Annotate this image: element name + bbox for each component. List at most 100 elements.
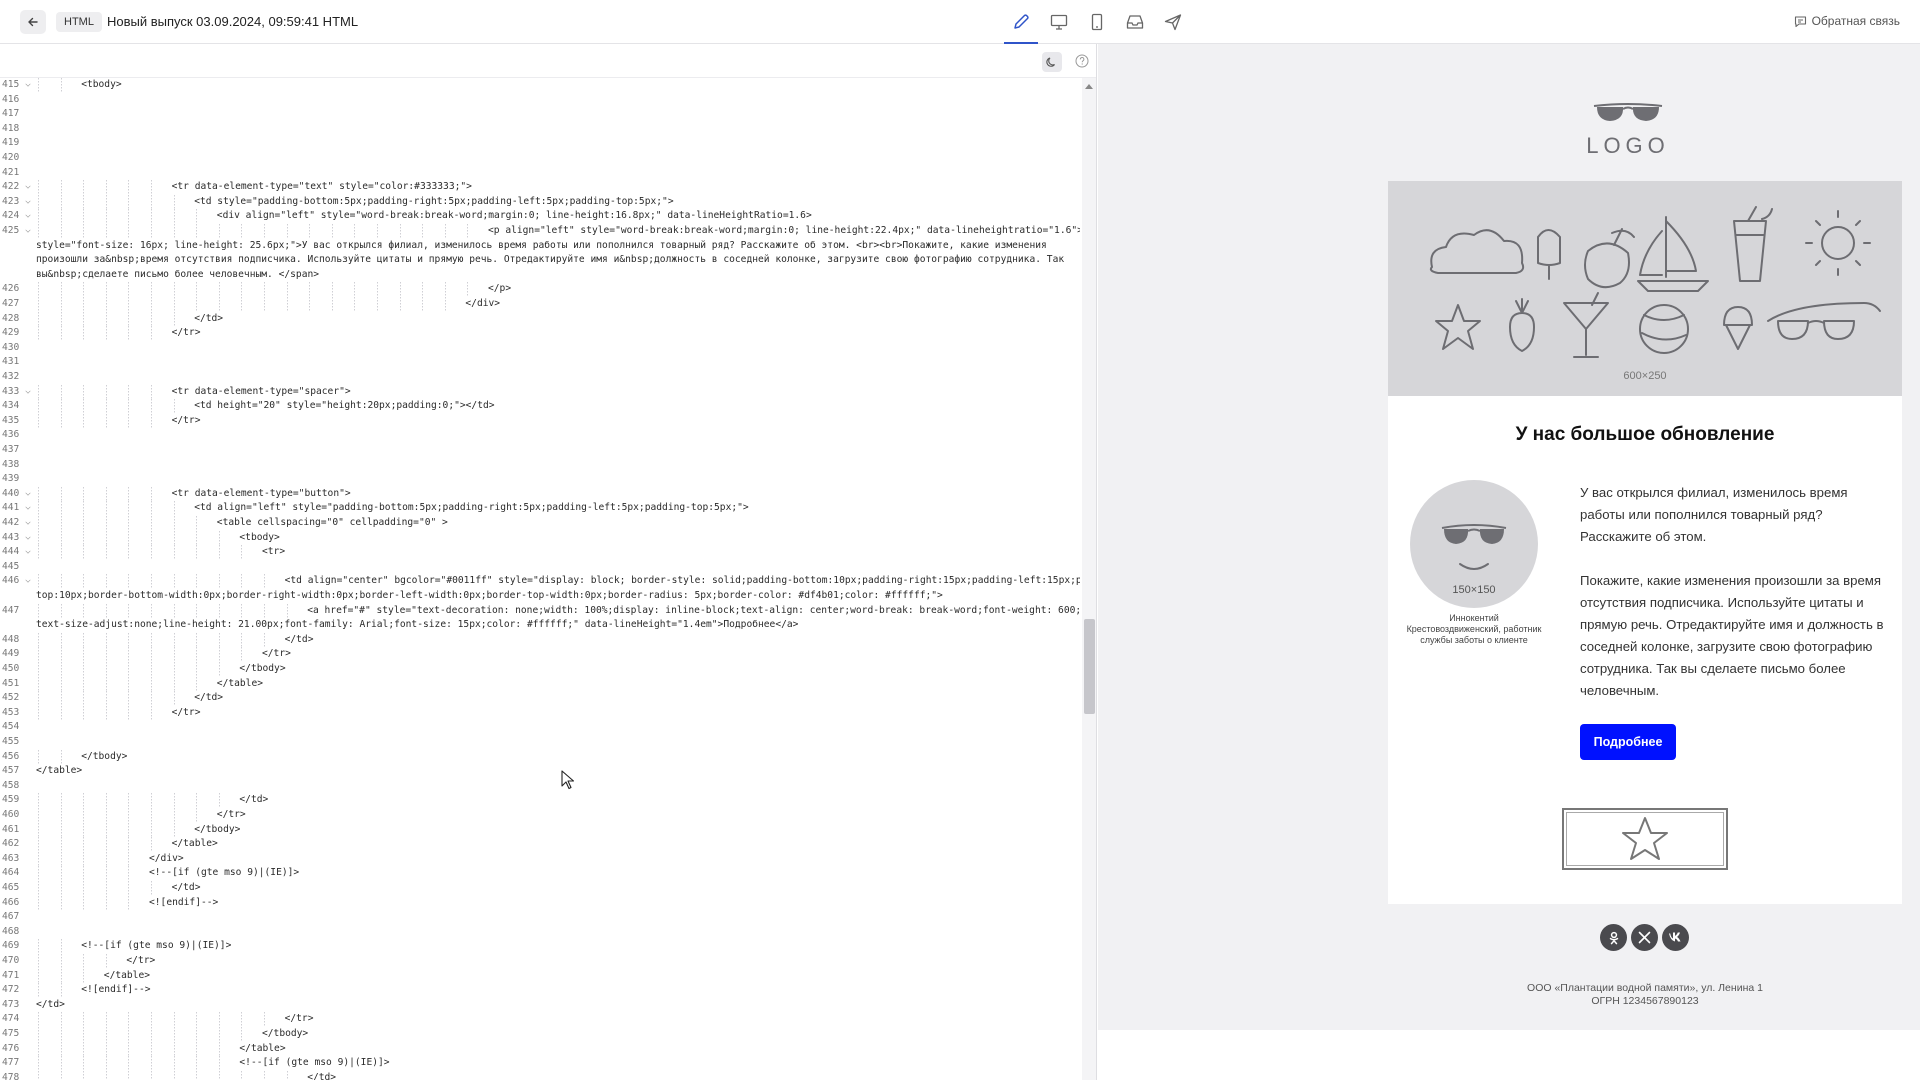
fold-toggle-icon[interactable]: [25, 534, 31, 540]
code-line[interactable]: 431: [0, 355, 1080, 370]
code-line[interactable]: 428 </td>: [0, 311, 1080, 327]
code-line[interactable]: 459 </td>: [0, 793, 1080, 808]
code-line[interactable]: 421: [0, 166, 1080, 181]
tab-send[interactable]: [1154, 0, 1192, 44]
code-line[interactable]: 462 </table>: [0, 837, 1080, 852]
code-line[interactable]: 454: [0, 720, 1080, 735]
code-line[interactable]: 441 <td align="left" style="padding-botto…: [0, 501, 1080, 516]
x-link[interactable]: [1631, 924, 1658, 951]
code-line[interactable]: 432: [0, 370, 1080, 385]
code-line[interactable]: 440 <tr data-element-type="button">: [0, 486, 1080, 502]
code-line[interactable]: 468: [0, 925, 1080, 940]
code-line[interactable]: 453 </tr>: [0, 705, 1080, 721]
fold-toggle-icon[interactable]: [25, 490, 31, 496]
code-line[interactable]: 458: [0, 779, 1080, 794]
code-line[interactable]: 427 </div>: [0, 297, 1080, 312]
code-line[interactable]: 448 </td>: [0, 632, 1080, 648]
code-line[interactable]: 460 </tr>: [0, 808, 1080, 823]
code-line[interactable]: style="font-size: 16px; line-height: 25.…: [0, 239, 1080, 254]
fold-toggle-icon[interactable]: [25, 388, 31, 394]
code-line[interactable]: 425 <p align="left" style="word-break:bre…: [0, 224, 1080, 239]
code-line[interactable]: 418: [0, 122, 1080, 137]
code-line[interactable]: произошли за&nbsp;время отсутствия подпи…: [0, 253, 1080, 268]
code-line[interactable]: 471 </table>: [0, 968, 1080, 984]
code-line[interactable]: 419: [0, 136, 1080, 151]
code-line[interactable]: 446 <td align="center" bgcolor="#0011ff" …: [0, 574, 1080, 589]
code-line[interactable]: text-size-adjust:none;line-height: 21.00…: [0, 618, 1080, 633]
fold-toggle-icon[interactable]: [25, 227, 31, 233]
code-line[interactable]: 472 <![endif]-->: [0, 983, 1080, 998]
fold-toggle-icon[interactable]: [25, 212, 31, 218]
code-line[interactable]: 436: [0, 428, 1080, 443]
code-line[interactable]: 433 <tr data-element-type="spacer">: [0, 384, 1080, 400]
tab-desktop-preview[interactable]: [1040, 0, 1078, 44]
code-line[interactable]: 476 </table>: [0, 1041, 1080, 1057]
tab-mobile-preview[interactable]: [1078, 0, 1116, 44]
code-line[interactable]: 429 </tr>: [0, 326, 1080, 341]
code-line[interactable]: 437: [0, 443, 1080, 458]
vk-link[interactable]: [1662, 924, 1689, 951]
fold-toggle-icon[interactable]: [25, 198, 31, 204]
code-line[interactable]: 464 <!--[if (gte mso 9)|(IE)]>: [0, 866, 1080, 881]
code-line[interactable]: 423 <td style="padding-bottom:5px;padding…: [0, 194, 1080, 210]
code-line[interactable]: 455: [0, 735, 1080, 750]
code-line[interactable]: 467: [0, 910, 1080, 925]
help-button[interactable]: [1074, 53, 1090, 69]
code-line[interactable]: 478 </td>: [0, 1070, 1080, 1080]
code-line[interactable]: 456 </tbody>: [0, 749, 1080, 765]
code-line[interactable]: 424 <div align="left" style="word-break:b…: [0, 209, 1080, 224]
code-line[interactable]: 457 </table>: [0, 764, 1080, 779]
code-line[interactable]: 416: [0, 93, 1080, 108]
code-line[interactable]: 477 <!--[if (gte mso 9)|(IE)]>: [0, 1056, 1080, 1071]
code-line[interactable]: 447 <a href="#" style="text-decoration: n…: [0, 603, 1080, 619]
code-line[interactable]: top:10px;border-bottom-width:0px;border-…: [0, 589, 1080, 604]
code-line[interactable]: 445: [0, 560, 1080, 575]
code-line[interactable]: 435 </tr>: [0, 413, 1080, 429]
code-line[interactable]: 466 <![endif]-->: [0, 895, 1080, 911]
code-line[interactable]: 465 </td>: [0, 881, 1080, 896]
code-line[interactable]: 450 </tbody>: [0, 662, 1080, 677]
document-title[interactable]: Новый выпуск 03.09.2024, 09:59:41 HTML: [107, 14, 358, 29]
code-line[interactable]: 449 </tr>: [0, 647, 1080, 662]
odnoklassniki-link[interactable]: [1600, 924, 1627, 951]
code-line[interactable]: 417: [0, 107, 1080, 122]
code-line[interactable]: вы&nbsp;сделаете письмо более человечным…: [0, 268, 1080, 283]
indent-guide: [218, 297, 220, 312]
code-line[interactable]: 444 <tr>: [0, 545, 1080, 560]
code-line[interactable]: 461 </tbody>: [0, 822, 1080, 838]
back-button[interactable]: [20, 10, 46, 34]
code-line[interactable]: 474 </tr>: [0, 1012, 1080, 1027]
code-line[interactable]: 469 <!--[if (gte mso 9)|(IE)]>: [0, 939, 1080, 954]
code-line[interactable]: 475 </tbody>: [0, 1027, 1080, 1042]
code-line[interactable]: 415 <tbody>: [0, 78, 1080, 93]
code-line[interactable]: 430: [0, 341, 1080, 356]
code-area[interactable]: 415 <tbody> 416 417 418 419 420 421 422 <tr data-…: [0, 78, 1080, 1080]
code-line[interactable]: 434 <td height="20" style="height:20px;pa…: [0, 399, 1080, 414]
more-button[interactable]: Подробнее: [1580, 724, 1676, 760]
code-line[interactable]: 463 </div>: [0, 851, 1080, 867]
code-line[interactable]: 438: [0, 458, 1080, 473]
fold-toggle-icon[interactable]: [25, 504, 31, 510]
code-line[interactable]: 442 <table cellspacing="0" cellpadding="0…: [0, 516, 1080, 531]
fold-toggle-icon[interactable]: [25, 81, 31, 87]
scroll-up-arrow[interactable]: [1085, 84, 1093, 89]
fold-toggle-icon[interactable]: [25, 548, 31, 554]
editor-scroll-thumb[interactable]: [1084, 619, 1095, 714]
fold-toggle-icon[interactable]: [25, 519, 31, 525]
code-line[interactable]: 443 <tbody>: [0, 530, 1080, 546]
code-line[interactable]: 473 </td>: [0, 998, 1080, 1013]
fold-toggle-icon[interactable]: [25, 183, 31, 189]
fold-toggle-icon[interactable]: [25, 577, 31, 583]
code-line[interactable]: 426 </p>: [0, 282, 1080, 297]
code-line[interactable]: 422 <tr data-element-type="text" style="c…: [0, 180, 1080, 195]
tab-editor[interactable]: [1002, 0, 1040, 44]
code-line[interactable]: 439: [0, 472, 1080, 487]
code-line[interactable]: 420: [0, 151, 1080, 166]
feedback-link[interactable]: Обратная связь: [1794, 14, 1900, 28]
tab-inbox-preview[interactable]: [1116, 0, 1154, 44]
code-line[interactable]: 470 </tr>: [0, 954, 1080, 969]
code-line[interactable]: 451 </table>: [0, 676, 1080, 692]
dark-mode-toggle[interactable]: [1042, 52, 1062, 72]
code-line[interactable]: 452 </td>: [0, 691, 1080, 706]
editor-scrollbar[interactable]: [1082, 78, 1096, 1080]
